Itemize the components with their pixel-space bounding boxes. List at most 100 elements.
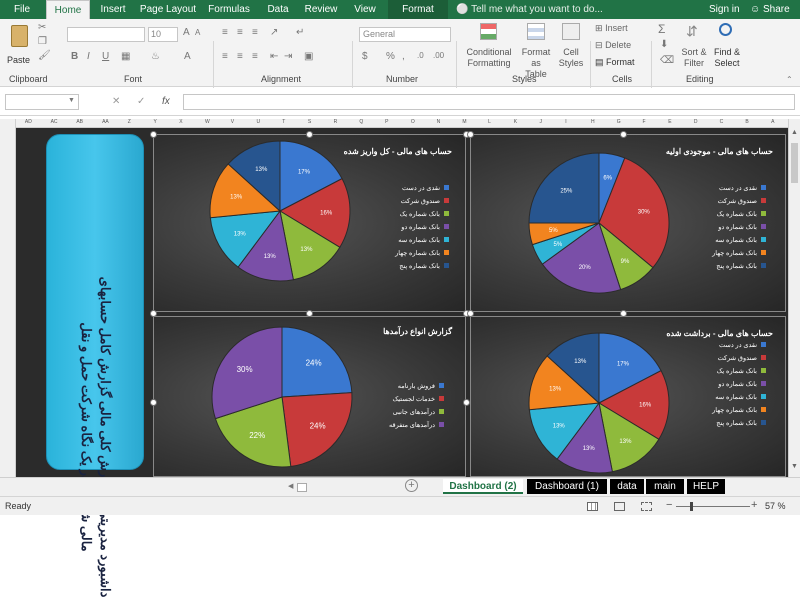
- cancel-icon[interactable]: ✕: [112, 96, 120, 107]
- page-break-view-icon[interactable]: [641, 502, 652, 511]
- sheet-tab-main[interactable]: main: [646, 479, 684, 494]
- decrease-decimal-icon[interactable]: .00: [433, 51, 444, 60]
- selection-handle[interactable]: [150, 131, 157, 138]
- column-header[interactable]: V: [231, 119, 234, 125]
- column-header[interactable]: U: [256, 119, 260, 125]
- orientation-icon[interactable]: ↗: [270, 27, 278, 38]
- column-header[interactable]: C: [720, 119, 724, 125]
- selection-handle[interactable]: [306, 131, 313, 138]
- ribbon-tab-view[interactable]: View: [345, 0, 385, 19]
- chart-panel-withdrawals[interactable]: حساب های مالی - برداشت شده 17% 16% 13% 13% 13…: [470, 316, 786, 477]
- chart-panel-initial-balance[interactable]: حساب های مالی - موجودی اولیه 6% 30% 9% 20% 5%…: [470, 134, 786, 312]
- align-left-icon[interactable]: ≡: [222, 51, 228, 62]
- horizontal-scroll-left-icon[interactable]: ◀: [288, 482, 293, 490]
- column-header[interactable]: X: [179, 119, 182, 125]
- format-as-table-button[interactable]: Format as Table: [516, 21, 556, 79]
- scroll-thumb[interactable]: [791, 143, 798, 183]
- selection-handle[interactable]: [150, 399, 157, 406]
- zoom-level[interactable]: 57 %: [765, 501, 786, 511]
- column-header[interactable]: R: [334, 119, 338, 125]
- selection-handle[interactable]: [467, 310, 474, 317]
- currency-icon[interactable]: $: [362, 51, 368, 62]
- autosum-icon[interactable]: Σ: [658, 22, 665, 36]
- number-format-box[interactable]: General: [359, 27, 451, 42]
- column-header[interactable]: AB: [76, 119, 83, 125]
- selection-handle[interactable]: [463, 399, 470, 406]
- scroll-down-icon[interactable]: ▼: [791, 463, 798, 470]
- font-color-icon[interactable]: A: [184, 51, 191, 62]
- grow-font-icon[interactable]: A: [183, 27, 190, 38]
- column-header[interactable]: P: [385, 119, 388, 125]
- column-header[interactable]: J: [540, 119, 543, 125]
- column-header[interactable]: B: [745, 119, 748, 125]
- tell-me-box[interactable]: ⚪ Tell me what you want to do...: [456, 0, 603, 19]
- selection-handle[interactable]: [620, 131, 627, 138]
- fill-icon[interactable]: ⬇: [660, 39, 668, 50]
- zoom-slider[interactable]: [676, 506, 750, 507]
- column-header[interactable]: G: [617, 119, 621, 125]
- column-header[interactable]: M: [462, 119, 466, 125]
- selection-handle[interactable]: [306, 310, 313, 317]
- ribbon-tab-data[interactable]: Data: [260, 0, 296, 19]
- normal-view-icon[interactable]: [587, 502, 598, 511]
- ribbon-tab-insert[interactable]: Insert: [92, 0, 134, 19]
- vertical-scrollbar[interactable]: ▲ ▼: [788, 119, 800, 477]
- column-header[interactable]: D: [694, 119, 698, 125]
- percent-icon[interactable]: %: [386, 51, 395, 62]
- conditional-formatting-button[interactable]: Conditional Formatting: [462, 21, 516, 73]
- column-header[interactable]: H: [591, 119, 595, 125]
- column-header[interactable]: O: [411, 119, 415, 125]
- ribbon-tab-page-layout[interactable]: Page Layout: [137, 0, 199, 19]
- clear-icon[interactable]: ⌫: [660, 55, 674, 66]
- formula-input[interactable]: [183, 94, 795, 110]
- align-right-icon[interactable]: ≡: [252, 51, 258, 62]
- zoom-slider-thumb[interactable]: [690, 502, 693, 511]
- increase-decimal-icon[interactable]: .0: [417, 51, 424, 60]
- wrap-text-icon[interactable]: ↵: [296, 27, 304, 38]
- font-name-box[interactable]: [67, 27, 145, 42]
- sign-in-link[interactable]: Sign in: [709, 0, 740, 19]
- add-sheet-button[interactable]: +: [405, 479, 418, 492]
- ribbon-tab-formulas[interactable]: Formulas: [202, 0, 256, 19]
- fill-color-icon[interactable]: ♨: [151, 51, 160, 62]
- format-cells-button[interactable]: ▤ Format: [595, 57, 635, 68]
- underline-icon[interactable]: U: [102, 51, 109, 62]
- ribbon-tab-file[interactable]: File: [0, 0, 44, 19]
- decrease-indent-icon[interactable]: ⇤: [270, 51, 278, 62]
- delete-cells-button[interactable]: ⊟ Delete: [595, 40, 631, 51]
- merge-center-icon[interactable]: ▣: [304, 51, 313, 62]
- column-header[interactable]: L: [488, 119, 491, 125]
- format-painter-icon[interactable]: 🖌: [38, 50, 51, 61]
- chart-panel-total-deposits[interactable]: حساب های مالی - کل واریز شده 17% 16% 13% 13%…: [153, 134, 466, 312]
- cut-icon[interactable]: ✂: [38, 22, 46, 33]
- insert-function-icon[interactable]: fx: [162, 96, 170, 107]
- column-header[interactable]: K: [514, 119, 517, 125]
- shrink-font-icon[interactable]: A: [195, 28, 200, 37]
- column-header[interactable]: AA: [102, 119, 109, 125]
- column-header[interactable]: W: [205, 119, 210, 125]
- share-button[interactable]: ☺ Share: [750, 0, 790, 19]
- borders-icon[interactable]: ▦: [121, 51, 130, 62]
- column-header[interactable]: A: [771, 119, 774, 125]
- align-center-icon[interactable]: ≡: [237, 51, 243, 62]
- italic-icon[interactable]: I: [87, 51, 90, 62]
- horizontal-scroll-thumb[interactable]: [297, 483, 307, 492]
- column-header[interactable]: Y: [154, 119, 157, 125]
- column-header[interactable]: E: [668, 119, 671, 125]
- column-header[interactable]: Q: [359, 119, 363, 125]
- scroll-up-icon[interactable]: ▲: [791, 129, 798, 136]
- column-header[interactable]: F: [642, 119, 645, 125]
- align-middle-icon[interactable]: ≡: [237, 27, 243, 38]
- column-header[interactable]: N: [437, 119, 441, 125]
- page-layout-view-icon[interactable]: [614, 502, 625, 511]
- increase-indent-icon[interactable]: ⇥: [284, 51, 292, 62]
- bold-icon[interactable]: B: [71, 51, 78, 62]
- collapse-ribbon-icon[interactable]: ⌃: [786, 75, 793, 84]
- ribbon-tab-format[interactable]: Format: [388, 0, 448, 19]
- zoom-in-icon[interactable]: +: [751, 499, 757, 511]
- selection-handle[interactable]: [620, 310, 627, 317]
- copy-icon[interactable]: ❐: [38, 36, 47, 47]
- enter-icon[interactable]: ✓: [137, 96, 145, 107]
- align-bottom-icon[interactable]: ≡: [252, 27, 258, 38]
- column-header[interactable]: Z: [128, 119, 131, 125]
